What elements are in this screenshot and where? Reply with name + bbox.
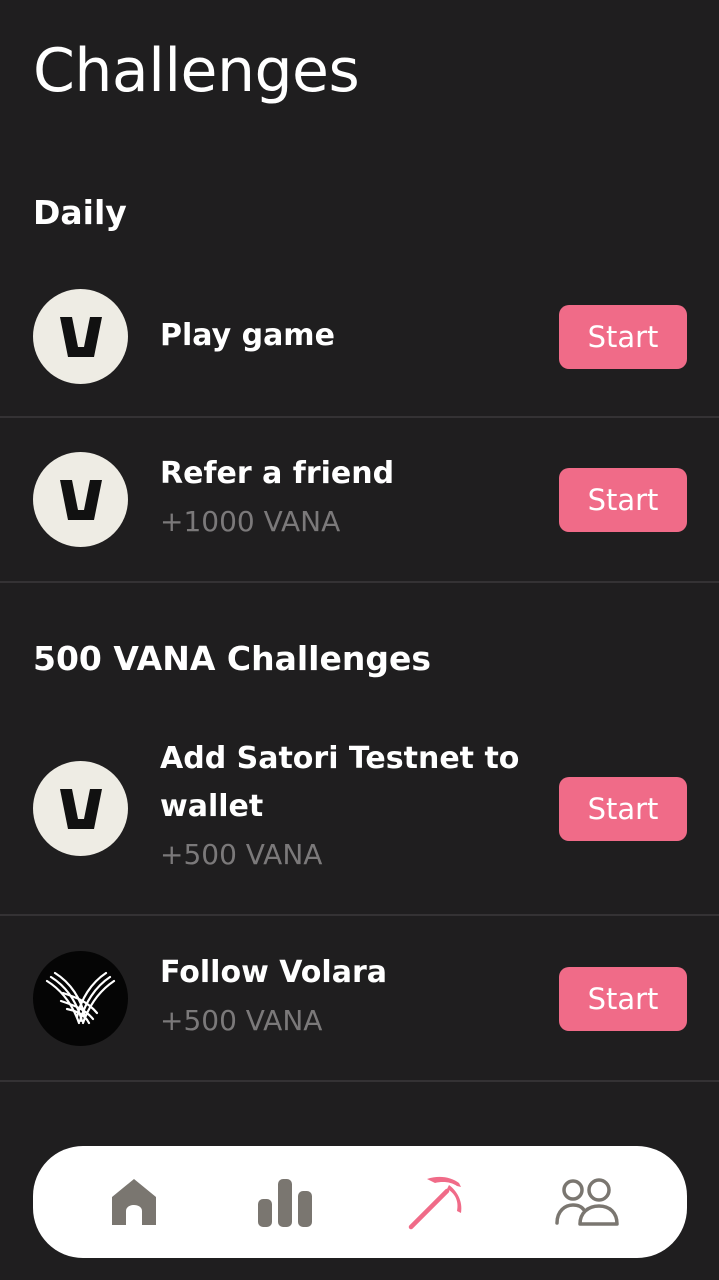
challenge-row-add-satori: Add Satori Testnet to wallet +500 VANA S… xyxy=(0,741,719,871)
section-title-500-vana: 500 VANA Challenges xyxy=(33,639,431,678)
vana-logo-icon xyxy=(33,289,128,384)
nav-stats[interactable] xyxy=(240,1157,330,1247)
home-icon xyxy=(111,1179,156,1225)
start-button-follow-volara[interactable]: Start xyxy=(559,967,687,1031)
challenge-title-line1: Add Satori Testnet to xyxy=(160,741,520,776)
start-button-add-satori[interactable]: Start xyxy=(559,777,687,841)
challenges-screen: Challenges Daily Play game Start Refer a… xyxy=(0,0,719,1280)
challenge-row-play-game: Play game Start xyxy=(0,289,719,384)
challenge-reward: +500 VANA xyxy=(160,1004,323,1037)
row-divider xyxy=(0,1080,719,1082)
challenge-row-follow-volara: Follow Volara +500 VANA Start xyxy=(0,951,719,1046)
row-divider xyxy=(0,416,719,418)
nav-challenges[interactable] xyxy=(391,1157,481,1247)
challenge-text: Refer a friend +1000 VANA xyxy=(160,450,540,546)
vana-logo-icon xyxy=(33,761,128,856)
challenge-reward: +1000 VANA xyxy=(160,505,341,538)
row-divider xyxy=(0,581,719,583)
pickaxe-icon xyxy=(408,1176,461,1230)
challenge-text: Play game xyxy=(160,312,540,360)
challenge-title-line2: wallet xyxy=(160,789,264,824)
row-divider xyxy=(0,914,719,916)
nav-home[interactable] xyxy=(89,1157,179,1247)
challenge-row-refer-friend: Refer a friend +1000 VANA Start xyxy=(0,452,719,547)
challenge-title: Refer a friend xyxy=(160,456,395,491)
start-button-refer-friend[interactable]: Start xyxy=(559,468,687,532)
challenge-title: Play game xyxy=(160,318,335,353)
challenge-text: Follow Volara +500 VANA xyxy=(160,949,540,1045)
volara-logo-icon xyxy=(33,951,128,1046)
bottom-nav xyxy=(33,1146,687,1258)
page-title: Challenges xyxy=(33,36,360,106)
challenge-reward: +500 VANA xyxy=(160,838,323,871)
start-button-play-game[interactable]: Start xyxy=(559,305,687,369)
section-title-daily: Daily xyxy=(33,193,127,232)
bar-chart-icon xyxy=(257,1179,312,1227)
users-icon xyxy=(554,1178,619,1226)
challenge-text: Add Satori Testnet to wallet +500 VANA xyxy=(160,735,540,879)
nav-friends[interactable] xyxy=(542,1157,632,1247)
vana-logo-icon xyxy=(33,452,128,547)
challenge-title: Follow Volara xyxy=(160,955,387,990)
